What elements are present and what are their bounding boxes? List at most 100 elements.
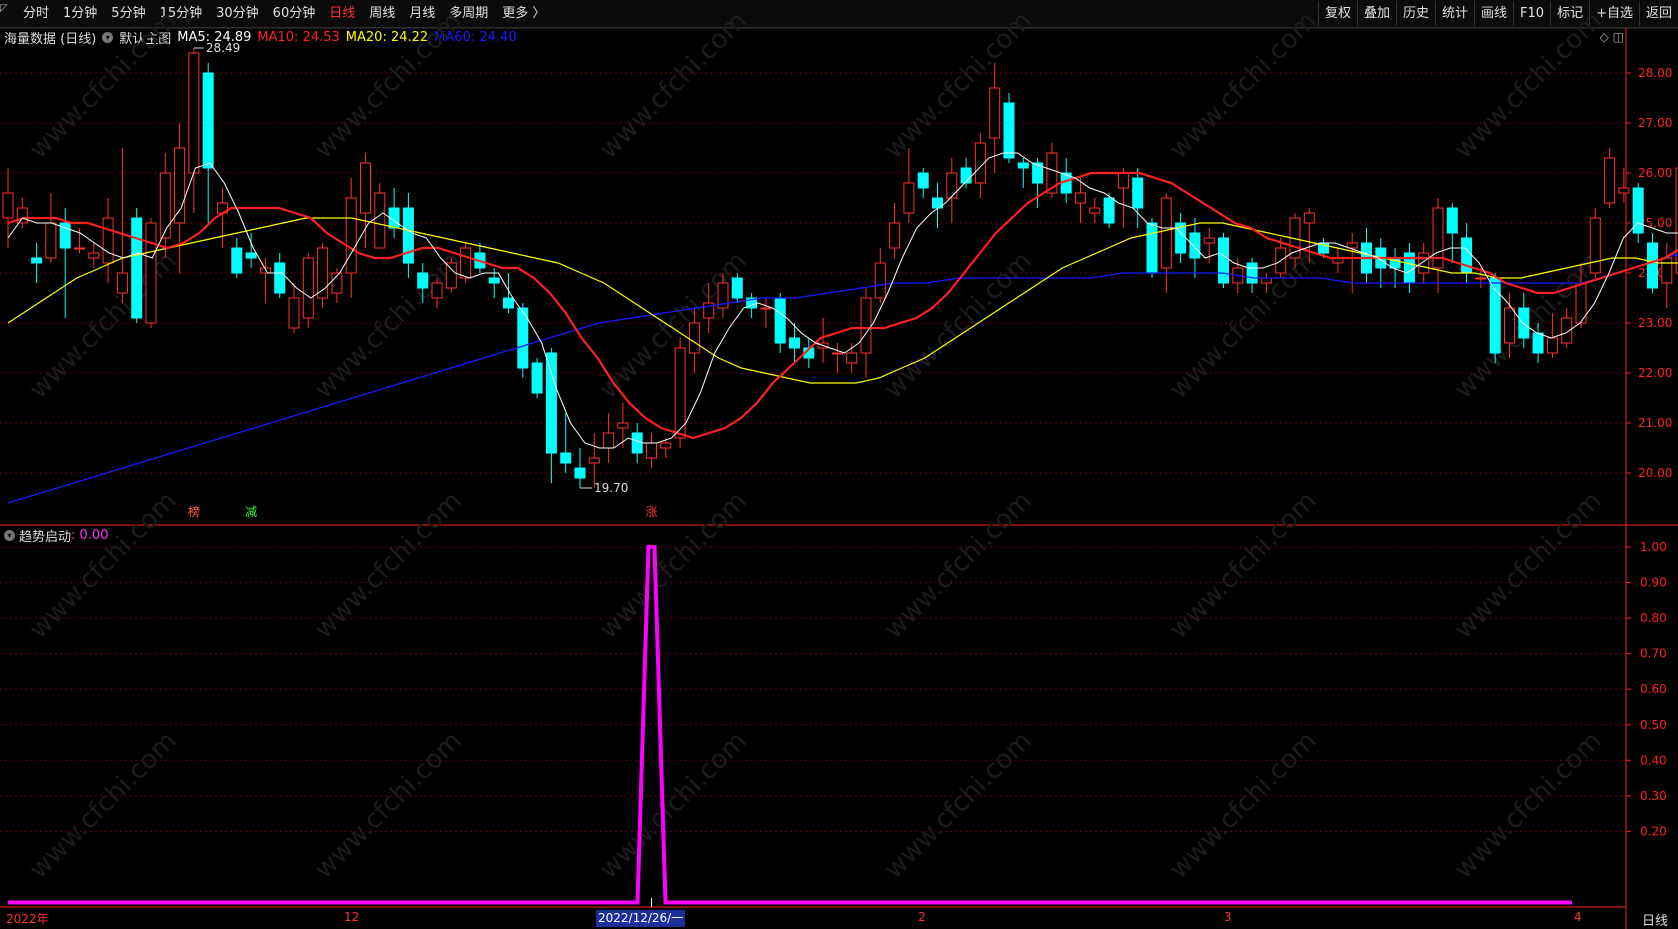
watermark: www.cfchi.com (24, 6, 183, 165)
candle-body (588, 457, 600, 464)
price-tick-label: 21.00 (1638, 416, 1672, 430)
watermark: www.cfchi.com (24, 486, 183, 645)
candle-body (1518, 307, 1530, 339)
candle-body (1218, 237, 1229, 284)
candle-body (846, 352, 858, 364)
candle-body (774, 297, 786, 344)
candle-body (631, 432, 643, 454)
candle-body (102, 217, 114, 264)
candle-body (202, 72, 214, 169)
candle-body (1532, 332, 1544, 354)
price-tick-label: 26.00 (1638, 166, 1672, 180)
price-tick-label: 23.00 (1638, 316, 1672, 330)
candle-body (874, 262, 886, 299)
ma5-line (7, 152, 1678, 449)
candle-body (617, 422, 629, 429)
price-tick-label: 27.00 (1638, 116, 1672, 130)
watermark: www.cfchi.com (1164, 486, 1323, 645)
candle-body (903, 182, 915, 214)
marker-label: 减 (245, 505, 257, 519)
candle-body (31, 257, 43, 264)
candle-body (1647, 242, 1658, 289)
ma60-line (7, 253, 1678, 504)
low-label: 19.70 (594, 481, 628, 495)
watermark: www.cfchi.com (1449, 726, 1608, 885)
watermark: www.cfchi.com (594, 6, 753, 165)
candle-body (1246, 262, 1258, 284)
candle-body (88, 252, 100, 259)
sub-tick-label: 0.60 (1640, 682, 1667, 696)
candle-body (288, 297, 300, 329)
candle-body (360, 162, 371, 214)
price-tick-label: 22.00 (1638, 366, 1672, 380)
sub-tick-label: 0.30 (1640, 789, 1667, 803)
candle-body (1446, 207, 1458, 234)
watermark: www.cfchi.com (309, 726, 468, 885)
candle-body (646, 442, 657, 459)
watermark: www.cfchi.com (594, 246, 753, 405)
candle-body (1117, 172, 1129, 189)
ma20-line (7, 217, 1678, 384)
watermark: www.cfchi.com (309, 6, 468, 165)
candle-body (431, 282, 443, 299)
candle-body (1589, 217, 1601, 274)
candle-body (1303, 212, 1315, 224)
watermark: www.cfchi.com (1164, 6, 1323, 165)
candle-body (1160, 197, 1172, 269)
chart-canvas[interactable]: 28.0027.0026.0025.0024.0023.0022.0021.00… (0, 0, 1678, 929)
candle-body (74, 247, 85, 250)
candle-body (417, 272, 429, 289)
candle-body (1189, 232, 1201, 259)
candle-body (402, 207, 414, 264)
candle-body (688, 322, 700, 354)
sub-tick-label: 1.00 (1640, 540, 1667, 554)
candle-body (1203, 237, 1215, 244)
candle-body (1075, 192, 1086, 204)
candle-body (116, 272, 128, 294)
x-label-apr: 4 (1574, 910, 1582, 924)
ma10-line (7, 171, 1678, 440)
watermark: www.cfchi.com (879, 246, 1038, 405)
candle-body (1504, 307, 1515, 344)
candle-body (889, 222, 901, 249)
candle-body (1418, 252, 1430, 274)
x-label-year: 2022年 (6, 912, 49, 926)
candle-body (374, 192, 386, 249)
candle-body (159, 172, 171, 239)
candle-body (574, 467, 586, 479)
candle-body (1561, 317, 1573, 344)
watermark: www.cfchi.com (24, 246, 183, 405)
candle-body (460, 247, 472, 279)
candle-body (831, 352, 843, 355)
watermark: www.cfchi.com (879, 726, 1038, 885)
candle-body (188, 52, 200, 174)
candle-body (45, 222, 57, 259)
watermark: www.cfchi.com (594, 726, 753, 885)
candle-body (1260, 277, 1272, 284)
candle-body (860, 297, 872, 354)
watermark: www.cfchi.com (1164, 726, 1323, 885)
sub-tick-label: 0.80 (1640, 611, 1667, 625)
candle-body (1546, 337, 1558, 354)
watermark: www.cfchi.com (1449, 486, 1608, 645)
x-label-dec: 12 (344, 910, 360, 924)
candle-body (2, 192, 14, 219)
candle-body (989, 87, 1001, 139)
price-tick-label: 28.00 (1638, 66, 1672, 80)
candle-body (1475, 277, 1487, 280)
candle-body (445, 262, 457, 289)
candle-body (674, 347, 686, 439)
x-label-feb: 2 (918, 910, 926, 924)
candle-body (960, 167, 972, 184)
watermark: www.cfchi.com (1449, 6, 1608, 165)
candle-body (145, 222, 157, 324)
watermark: www.cfchi.com (309, 486, 468, 645)
period-label[interactable]: 日线 (1642, 910, 1668, 929)
candle-body (245, 252, 257, 259)
candle-body (274, 262, 286, 294)
candle-body (1661, 257, 1673, 284)
high-label: 28.49 (206, 41, 240, 55)
sub-tick-label: 0.40 (1640, 753, 1667, 767)
candle-body (1618, 187, 1630, 194)
candle-body (531, 362, 543, 394)
